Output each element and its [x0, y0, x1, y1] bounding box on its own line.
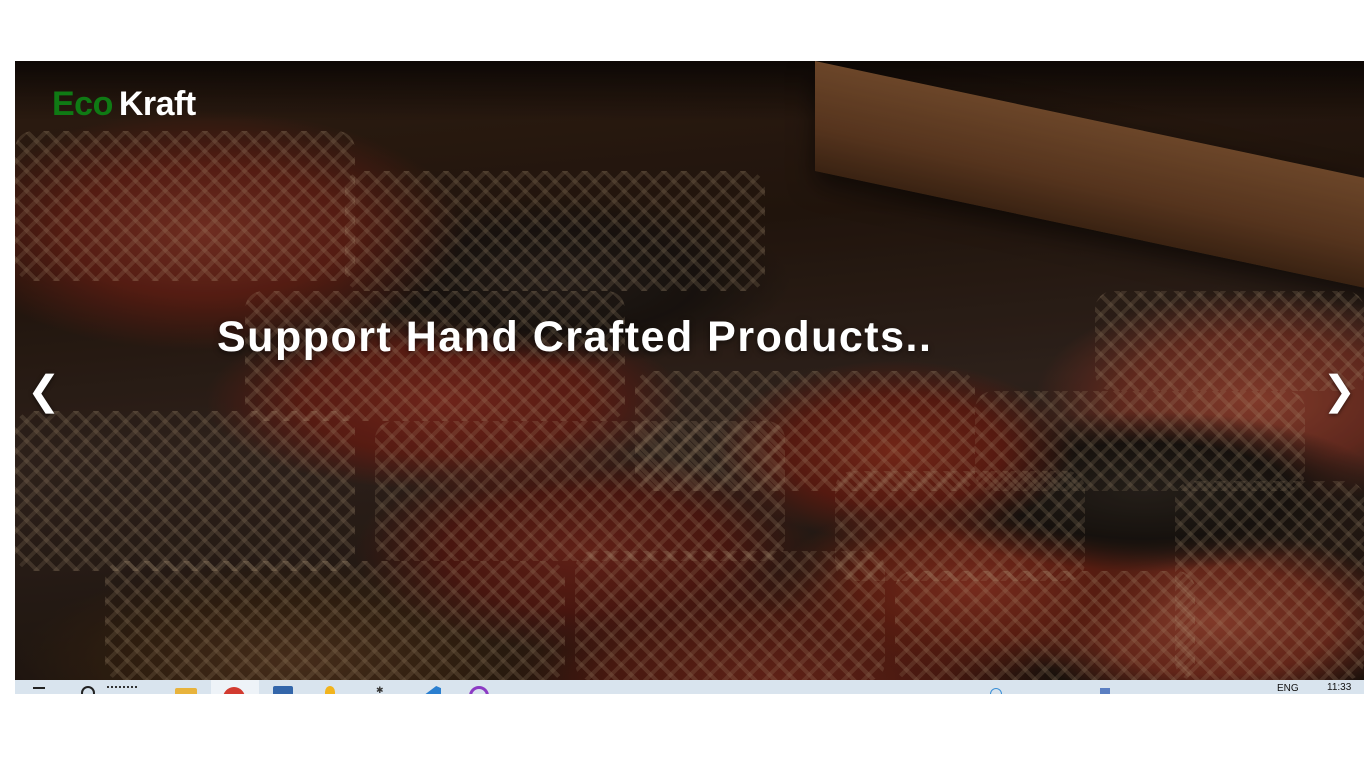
language-indicator[interactable]: ENG: [1277, 683, 1299, 694]
chevron-left-icon[interactable]: ❮: [27, 371, 61, 411]
logo-eco: Eco: [52, 85, 113, 123]
app-icon[interactable]: [469, 686, 489, 694]
image-overlay: [15, 61, 1364, 680]
hero-headline: Support Hand Crafted Products..: [217, 313, 933, 361]
chevron-right-icon[interactable]: ❯: [1322, 371, 1356, 411]
hero-carousel: Eco Kraft Support Hand Crafted Products..…: [15, 61, 1364, 680]
tray-icon[interactable]: [1100, 688, 1110, 694]
site-logo[interactable]: Eco Kraft: [52, 85, 196, 124]
windows-taskbar: ✱ ENG 11:33: [15, 680, 1364, 694]
windows-start-icon[interactable]: [33, 687, 45, 694]
app-icon[interactable]: [325, 686, 335, 694]
task-view-icon[interactable]: [107, 686, 137, 692]
tray-icon[interactable]: [990, 688, 1002, 694]
app-icon[interactable]: [273, 686, 293, 694]
logo-kraft: Kraft: [118, 85, 196, 123]
search-icon[interactable]: [81, 686, 95, 694]
file-explorer-icon[interactable]: [175, 688, 197, 694]
code-editor-icon[interactable]: [425, 686, 441, 694]
settings-icon[interactable]: ✱: [376, 685, 384, 694]
clock[interactable]: 11:33: [1327, 682, 1351, 693]
